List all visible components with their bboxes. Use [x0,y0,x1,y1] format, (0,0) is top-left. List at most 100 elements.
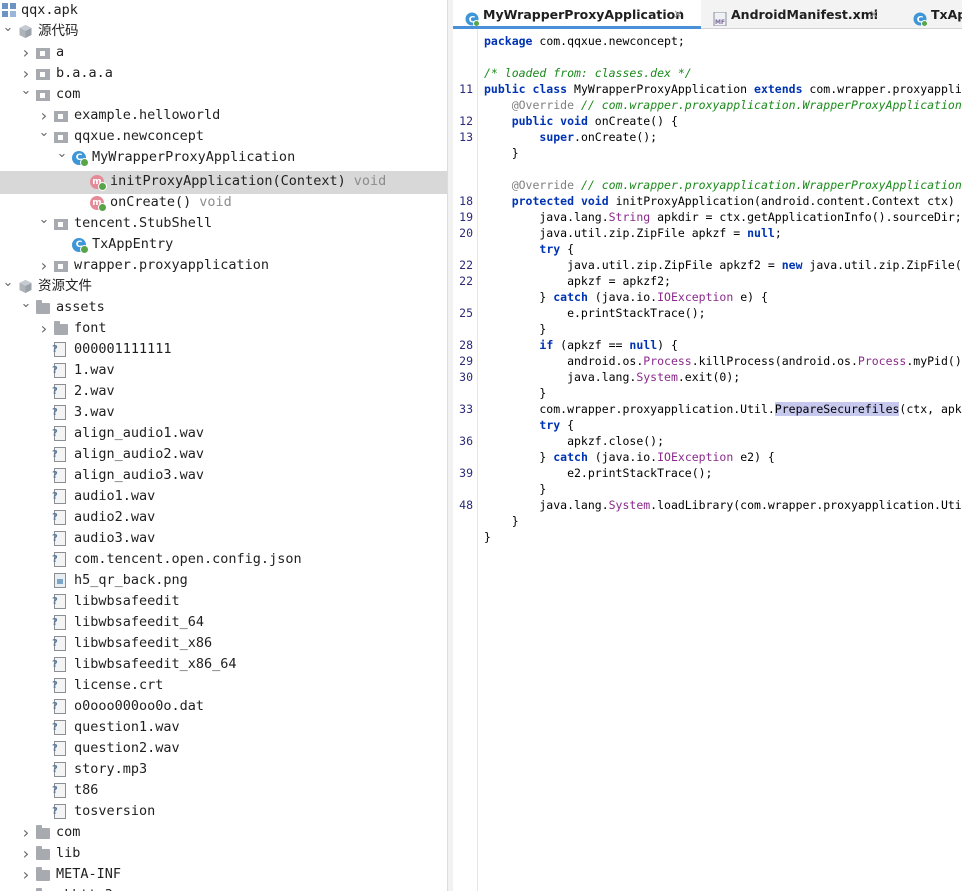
code-line[interactable]: package com.qqxue.newconcept; [484,33,685,49]
code-line[interactable]: if (apkzf == null) { [484,337,678,353]
tree-row[interactable]: 3.wav [0,402,447,423]
tree-row[interactable]: audio3.wav [0,528,447,549]
chevron-down-icon[interactable]: ⌄ [20,293,32,314]
tree-row[interactable]: align_audio3.wav [0,465,447,486]
tree-row[interactable]: ⌄ 资源文件 [0,275,447,297]
chevron-down-icon[interactable]: ⌄ [20,80,32,101]
chevron-down-icon[interactable]: ⌄ [38,122,50,143]
chevron-right-icon[interactable]: › [20,822,32,843]
tree-row[interactable]: 000001111111 [0,339,447,360]
chevron-right-icon[interactable]: › [20,42,32,63]
tree-row[interactable]: story.mp3 [0,759,447,780]
tree-row-label: qqx.apk [21,2,78,18]
tree-row[interactable]: › font [0,318,447,339]
tree-row[interactable]: C TxAppEntry [0,234,447,255]
close-tab-icon[interactable]: × [673,0,683,29]
tree-row[interactable]: › lib [0,843,447,864]
code-line[interactable]: } [484,145,519,161]
tree-row[interactable]: tosversion [0,801,447,822]
tree-row[interactable]: o0ooo000oo0o.dat [0,696,447,717]
code-line[interactable]: java.lang.System.exit(0); [484,369,740,385]
tree-row[interactable]: audio2.wav [0,507,447,528]
tree-row[interactable]: › example.helloworld [0,105,447,126]
code-area[interactable]: package com.qqxue.newconcept; /* loaded f… [484,29,962,891]
code-line[interactable]: public class MyWrapperProxyApplication e… [484,81,962,97]
tree-row[interactable]: m onCreate() void [0,192,447,213]
tree-row[interactable]: align_audio2.wav [0,444,447,465]
tree-row-label: o0ooo000oo0o.dat [74,698,205,714]
chevron-down-icon[interactable]: ⌄ [38,209,50,230]
tree-row[interactable]: ⌄ C MyWrapperProxyApplication [0,146,447,168]
code-line[interactable]: } [484,385,546,401]
chevron-right-icon[interactable]: › [38,255,50,276]
editor-tab[interactable]: CTxAppEntry [897,0,962,29]
tree-row[interactable]: libwbsafeedit [0,591,447,612]
tree-row-label: MyWrapperProxyApplication [92,149,296,165]
tree-row[interactable]: com.tencent.open.config.json [0,549,447,570]
tree-row[interactable]: › wrapper.proxyapplication [0,255,447,276]
tree-row[interactable]: › com [0,822,447,843]
code-line[interactable]: } [484,321,546,337]
code-line[interactable]: super.onCreate(); [484,129,657,145]
code-line[interactable]: java.util.zip.ZipFile apkzf = null; [484,225,781,241]
editor-tab[interactable]: MF AndroidManifest.xml × [701,0,897,29]
code-line[interactable]: e.printStackTrace(); [484,305,705,321]
code-line[interactable]: /* loaded from: classes.dex */ [484,65,692,81]
code-line[interactable]: com.wrapper.proxyapplication.Util.Prepar… [484,401,962,417]
code-line[interactable]: } catch (java.io.IOException e) { [484,289,768,305]
code-line[interactable]: java.lang.System.loadLibrary(com.wrapper… [484,497,962,513]
code-line[interactable]: java.util.zip.ZipFile apkzf2 = new java.… [484,257,962,273]
chevron-right-icon[interactable]: › [20,864,32,885]
tree-row[interactable]: › META-INF [0,864,447,885]
code-line[interactable]: apkzf = apkzf2; [484,273,671,289]
code-line[interactable]: public void onCreate() { [484,113,678,129]
tree-row[interactable]: question2.wav [0,738,447,759]
code-line[interactable]: @Override // com.wrapper.proxyapplicatio… [484,177,962,193]
code-line[interactable]: protected void initProxyApplication(andr… [484,193,962,209]
tree-row[interactable]: ⌄ com [0,83,447,105]
tree-row[interactable]: question1.wav [0,717,447,738]
unknown-file-icon [52,531,66,546]
code-line[interactable]: try { [484,241,574,257]
code-line[interactable]: java.lang.String apkdir = ctx.getApplica… [484,209,961,225]
code-editor[interactable]: C MyWrapperProxyApplication × MF AndroidMani… [453,0,962,891]
tree-row[interactable]: ⌄ tencent.StubShell [0,212,447,234]
code-line[interactable]: try { [484,417,574,433]
code-line[interactable]: } [484,529,491,545]
tree-row[interactable]: libwbsafeedit_x86 [0,633,447,654]
tree-row[interactable]: ⌄ 源代码 [0,20,447,42]
tree-row[interactable]: audio1.wav [0,486,447,507]
tree-row[interactable]: license.crt [0,675,447,696]
tree-row[interactable]: libwbsafeedit_64 [0,612,447,633]
tree-row[interactable]: m initProxyApplication(Context) void [0,171,447,194]
chevron-right-icon[interactable]: › [20,843,32,864]
code-line[interactable]: @Override // com.wrapper.proxyapplicatio… [484,97,962,113]
tree-row[interactable]: › b.a.a.a [0,63,447,84]
tree-row[interactable]: t86 [0,780,447,801]
code-line[interactable]: } catch (java.io.IOException e2) { [484,449,774,465]
tree-row[interactable]: h5_qr_back.png [0,570,447,591]
chevron-down-icon[interactable]: ⌄ [2,272,14,293]
line-number: 12 [459,114,473,128]
chevron-right-icon[interactable]: › [20,885,32,891]
code-line[interactable]: android.os.Process.killProcess(android.o… [484,353,962,369]
tree-row[interactable]: ⌄ assets [0,296,447,318]
chevron-right-icon[interactable]: › [38,318,50,339]
chevron-down-icon[interactable]: ⌄ [56,143,68,164]
code-line[interactable]: apkzf.close(); [484,433,664,449]
tree-row[interactable]: › a [0,42,447,63]
tree-row[interactable]: qqx.apk [0,0,447,21]
tree-row[interactable]: › okhttp3 [0,885,447,891]
tree-row-label: story.mp3 [74,761,148,777]
tree-row[interactable]: 1.wav [0,360,447,381]
code-line[interactable]: } [484,481,546,497]
project-tree[interactable]: qqx.apk ⌄ 源代码 › a › b.a.a.a ⌄ com › example.hellow… [0,0,447,891]
tree-row[interactable]: align_audio1.wav [0,423,447,444]
tree-row[interactable]: 2.wav [0,381,447,402]
chevron-down-icon[interactable]: ⌄ [2,17,14,38]
close-tab-icon[interactable]: × [869,0,879,29]
tree-row[interactable]: libwbsafeedit_x86_64 [0,654,447,675]
code-line[interactable]: } [484,513,519,529]
code-line[interactable]: e2.printStackTrace(); [484,465,712,481]
editor-tab[interactable]: C MyWrapperProxyApplication × [453,0,701,29]
